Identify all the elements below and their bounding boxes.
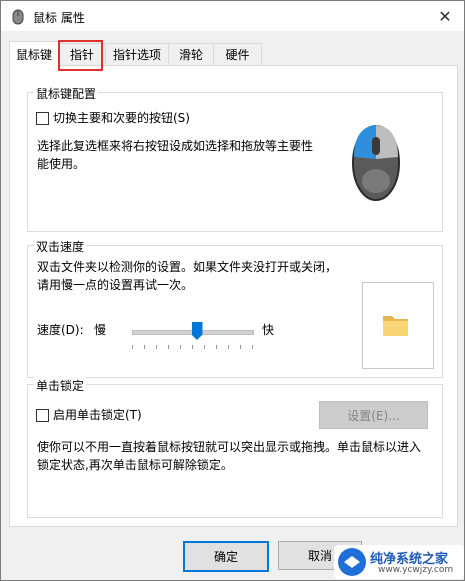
slider-tick [180,345,181,349]
mouse-properties-window: 鼠标 属性 ✕ 鼠标键 指针 指针选项 滑轮 硬件 鼠标键配置 切换主要和次要的… [0,0,465,581]
switch-buttons-checkbox[interactable] [36,112,49,125]
click-lock-checkbox[interactable] [36,409,49,422]
double-click-description: 双击文件夹以检测你的设置。如果文件夹没打开或关闭，请用慢一点的设置再试一次。 [37,260,338,292]
close-button[interactable]: ✕ [430,3,460,29]
slow-label: 慢 [94,323,107,337]
slider-tick [252,345,253,349]
slider-tick [144,345,145,349]
click-lock-group: 单击锁定 启用单击锁定(T) 设置(E)... 使你可以不用一直按着鼠标按钮就可… [27,377,443,518]
tab-label: 硬件 [225,48,250,62]
button-config-group: 鼠标键配置 切换主要和次要的按钮(S) 选择此复选框来将右按钮设成如选择和拖放等… [27,85,443,232]
tab-panel: 鼠标键配置 切换主要和次要的按钮(S) 选择此复选框来将右按钮设成如选择和拖放等… [9,65,458,527]
slider-tick [240,345,241,349]
mouse-illustration [352,125,400,201]
click-lock-settings-button[interactable]: 设置(E)... [319,401,428,429]
button-label: 设置(E)... [347,408,400,423]
tab-label: 鼠标键 [15,47,52,62]
window-title: 鼠标 属性 [33,11,85,25]
tab-highlight-box [58,40,103,71]
slider-tick [132,345,133,349]
slider-tick [216,345,217,349]
switch-buttons-label: 切换主要和次要的按钮(S) [53,111,190,125]
tab-label: 滑轮 [178,48,203,62]
watermark-url: www.ycwjzy.com [378,565,454,575]
click-lock-description: 使你可以不用一直按着鼠标按钮就可以突出显示或拖拽。单击鼠标以进入锁定状态,再次单… [37,440,422,472]
click-lock-label: 启用单击锁定(T) [53,408,142,422]
ok-button[interactable]: 确定 [183,541,269,572]
button-config-description: 选择此复选框来将右按钮设成如选择和拖放等主要性能使用。 [37,139,314,171]
speed-slider-ticks [132,345,253,350]
slider-tick [192,345,193,349]
slider-tick [168,345,169,349]
close-icon: ✕ [438,6,452,26]
double-click-group: 双击速度 双击文件夹以检测你的设置。如果文件夹没打开或关闭，请用慢一点的设置再试… [27,238,443,378]
slider-tick [156,345,157,349]
group-label: 双击速度 [34,238,87,255]
mouse-app-icon [12,9,24,25]
tab-wheel[interactable]: 滑轮 [168,43,214,65]
tab-hardware[interactable]: 硬件 [213,43,262,65]
fast-label: 快 [262,323,275,337]
tab-label: 指针选项 [112,48,161,62]
tab-pointer-options[interactable]: 指针选项 [105,43,169,65]
button-label: 确定 [213,550,238,564]
speed-label: 速度(D): [37,323,84,337]
group-label: 单击锁定 [34,377,87,394]
switch-buttons-option[interactable]: 切换主要和次要的按钮(S) [36,109,190,127]
folder-icon[interactable] [381,310,411,340]
slider-tick [228,345,229,349]
test-folder-box[interactable] [362,282,434,369]
title-bar: 鼠标 属性 ✕ [1,1,464,31]
speed-slider-thumb[interactable] [191,322,203,340]
watermark-logo-icon [338,548,366,576]
slider-tick [204,345,205,349]
button-label: 取消 [307,549,332,563]
click-lock-option[interactable]: 启用单击锁定(T) [36,406,142,424]
tab-mouse-buttons[interactable]: 鼠标键 [9,41,59,66]
watermark: 纯净系统之家 www.ycwjzy.com [334,545,464,579]
group-label: 鼠标键配置 [34,85,99,102]
